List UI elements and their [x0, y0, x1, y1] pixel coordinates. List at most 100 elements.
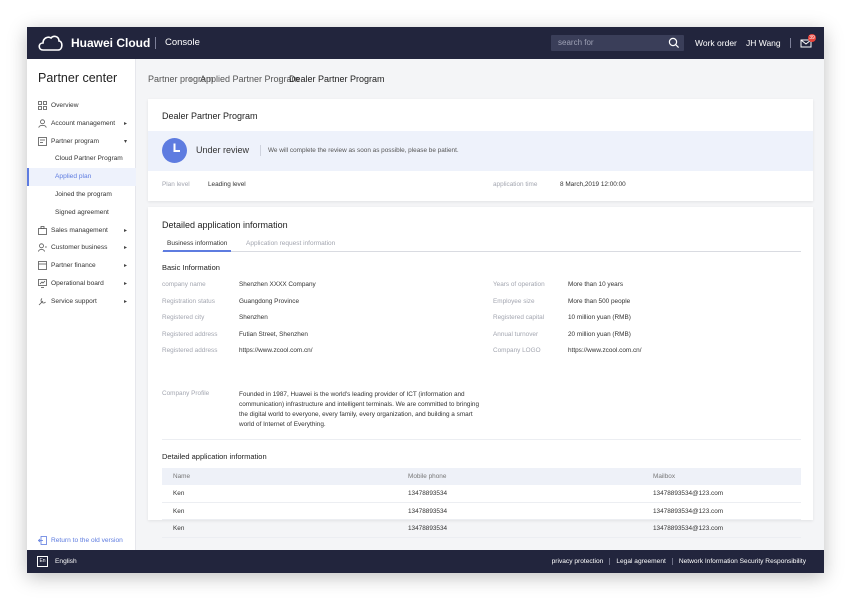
cloud-logo-icon[interactable] [37, 34, 63, 52]
user-icon [38, 119, 47, 128]
console-link[interactable]: Console [165, 37, 200, 48]
return-icon [38, 536, 47, 545]
field-value: https://www.zcool.com.cn/ [239, 347, 313, 354]
sidebar-item-account-management[interactable]: Account management ▸ [27, 115, 136, 133]
breadcrumb-separator: › [278, 74, 281, 84]
field-value: https://www.zcool.com.cn/ [568, 347, 642, 354]
application-detail-card: Detailed application information Busines… [148, 207, 813, 538]
detail-title: Detailed application information [162, 220, 288, 230]
sidebar-item-label: Joined the program [55, 190, 112, 198]
support-icon [38, 297, 46, 306]
table-title: Detailed application information [162, 452, 267, 461]
sidebar-item-partner-finance[interactable]: Partner finance ▸ [27, 257, 136, 275]
table-cell: 13478893534@123.com [653, 490, 724, 497]
sidebar-item-label: Sales management [51, 226, 108, 234]
user-menu[interactable]: JH Wang [746, 38, 781, 48]
top-navigation-bar: Huawei Cloud Console search for Work ord… [27, 27, 824, 59]
tab-application-request[interactable]: Application request information [246, 240, 335, 247]
search-placeholder: search for [558, 38, 594, 47]
privacy-link[interactable]: privacy protection [546, 558, 610, 565]
table-cell: Ken [173, 490, 185, 497]
sidebar-title: Partner center [38, 71, 118, 85]
field-value: 20 million yuan (RMB) [568, 330, 631, 338]
chevron-right-icon: ▸ [124, 120, 128, 127]
tab-business-information[interactable]: Business information [162, 240, 232, 252]
program-icon [38, 136, 47, 146]
customer-icon [38, 243, 47, 253]
security-responsibility-link[interactable]: Network Information Security Responsibil… [671, 558, 812, 565]
review-status-banner: Under review We will complete the review… [148, 131, 813, 171]
divider [790, 38, 791, 48]
plan-status-card: Dealer Partner Program Under review We w… [148, 99, 813, 201]
review-status-message: We will complete the review as soon as p… [268, 147, 459, 154]
field-label: company name [162, 281, 206, 288]
column-header: Mailbox [653, 473, 676, 480]
sidebar-subitem-applied-plan[interactable]: Applied plan [27, 168, 136, 186]
table-cell: 13478893534 [408, 507, 448, 515]
application-time-label: application time [493, 181, 538, 188]
chevron-right-icon: ▸ [124, 263, 128, 270]
field-label: Registered address [162, 330, 218, 338]
table-row: Ken 13478893534 13478893534@123.com [162, 485, 801, 503]
field-label: Years of operation [493, 281, 545, 288]
legal-agreement-link[interactable]: Legal agreement [609, 558, 672, 565]
field-label: Company LOGO [493, 347, 541, 354]
notification-badge: 39 [808, 34, 816, 42]
breadcrumb-item[interactable]: Applied Partner Program [200, 74, 299, 84]
field-label: Registered capital [493, 314, 545, 321]
divider [162, 439, 801, 440]
field-value: 10 million yuan (RMB) [568, 314, 631, 321]
profile-label: Company Profile [162, 390, 210, 397]
plan-level-value: Leading level [208, 181, 246, 188]
sidebar-item-label: Account management [51, 119, 116, 127]
field-label: Annual turnover [493, 330, 539, 338]
language-selector[interactable]: English [55, 558, 77, 565]
sidebar-item-customer-business[interactable]: Customer business ▸ [27, 239, 136, 257]
field-value: Shenzhen [239, 314, 268, 321]
field-label: Employee size [493, 297, 535, 305]
table-cell: 13478893534@123.com [653, 525, 724, 532]
divider [260, 145, 261, 156]
board-icon [38, 279, 47, 288]
field-value: Futian Street, Shenzhen [239, 330, 308, 338]
sidebar-subitem-signed-agreement[interactable]: Signed agreement [27, 204, 136, 222]
field-value: More than 500 people [568, 297, 631, 305]
language-icon[interactable]: En [37, 556, 48, 567]
field-value: Guangdong Province [239, 297, 300, 305]
chevron-right-icon: ▸ [124, 280, 128, 287]
application-time-value: 8 March,2019 12:00:00 [560, 181, 626, 188]
field-label: Registration status [162, 297, 215, 305]
sidebar-menu: Overview Account management ▸ Partner pr… [27, 97, 136, 311]
sidebar-item-label: Partner program [51, 137, 100, 145]
table-cell: 13478893534@123.com [653, 507, 724, 515]
plan-level-label: Plan level [162, 181, 190, 188]
sidebar-item-label: Cloud Partner Program [55, 155, 123, 163]
work-order-link[interactable]: Work order [695, 38, 737, 48]
company-profile-text: Founded in 1987, Huawei is the world's l… [239, 391, 479, 428]
sidebar-subitem-cloud-partner-program[interactable]: Cloud Partner Program [27, 150, 136, 168]
brand-name[interactable]: Huawei Cloud [71, 36, 150, 50]
plan-title: Dealer Partner Program [162, 111, 258, 121]
chevron-right-icon: ▸ [124, 298, 128, 305]
table-cell: Ken [173, 525, 185, 532]
sidebar-item-service-support[interactable]: Service support ▸ [27, 293, 136, 311]
search-icon[interactable] [668, 37, 680, 49]
finance-icon [38, 261, 47, 271]
footer-bar: En English privacy protection Legal agre… [27, 550, 824, 573]
clock-icon [162, 138, 187, 163]
table-cell: 13478893534 [408, 525, 448, 532]
breadcrumb-separator: › [189, 74, 192, 84]
field-value: Shenzhen XXXX Company [239, 281, 316, 288]
sidebar-subitem-joined-program[interactable]: Joined the program [27, 186, 136, 204]
table-row: Ken 13478893534 13478893534@123.com [162, 520, 801, 538]
field-label: Registered city [162, 314, 205, 321]
sidebar-item-overview[interactable]: Overview [27, 97, 136, 115]
sidebar-item-sales-management[interactable]: Sales management ▸ [27, 222, 136, 240]
sidebar-item-label: Partner finance [51, 262, 96, 270]
sidebar-item-label: Applied plan [55, 173, 92, 181]
sidebar-item-partner-program[interactable]: Partner program ▾ [27, 133, 136, 151]
sidebar-item-operational-board[interactable]: Operational board ▸ [27, 275, 136, 293]
search-input[interactable]: search for [551, 35, 684, 51]
sidebar-item-label: Overview [51, 102, 79, 109]
field-label: Registered address [162, 347, 218, 354]
